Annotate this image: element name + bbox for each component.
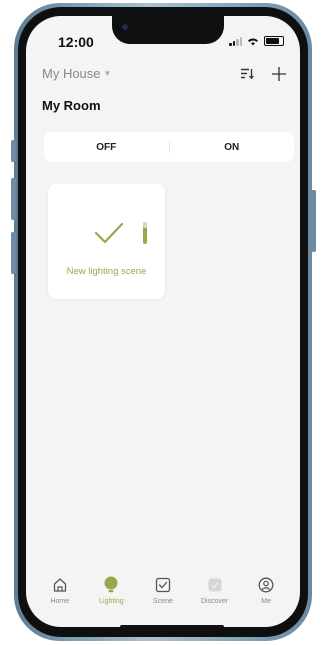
notch [112, 16, 224, 44]
tab-label: Home [50, 598, 70, 605]
tab-discover[interactable]: Discover [190, 576, 240, 605]
tab-label: Scene [153, 598, 173, 605]
off-button[interactable]: OFF [44, 142, 169, 153]
top-bar: My House ▼ [42, 66, 286, 81]
bottom-tab-bar: Home Lighting Scene Discover Me [26, 576, 300, 605]
tab-home[interactable]: Home [35, 576, 85, 605]
plus-icon[interactable] [272, 66, 286, 81]
bulb-icon [102, 576, 120, 594]
wifi-icon [248, 38, 258, 46]
profile-icon [257, 576, 275, 594]
tab-label: Lighting [99, 598, 124, 605]
scene-label: New lighting scene [66, 266, 147, 277]
tab-lighting[interactable]: Lighting [86, 576, 136, 605]
tab-label: Me [261, 598, 272, 605]
battery-icon [264, 36, 284, 46]
brightness-indicator [143, 222, 147, 244]
volume-up-button [11, 178, 16, 220]
house-selector[interactable]: My House [42, 66, 101, 81]
volume-down-button [11, 232, 16, 274]
status-icons [229, 36, 284, 46]
camera-dot [122, 24, 128, 30]
scene-check-icon [154, 576, 172, 594]
power-button [311, 190, 316, 252]
power-toggle: OFF ON [44, 132, 294, 162]
scene-card[interactable]: New lighting scene [48, 184, 165, 299]
sort-icon[interactable] [241, 68, 254, 79]
cellular-signal-icon [229, 37, 242, 46]
tab-scene[interactable]: Scene [138, 576, 188, 605]
app-screen: 12:00 My House ▼ My Room OFF ON New ligh… [26, 16, 300, 627]
room-title: My Room [42, 98, 101, 113]
home-icon [51, 576, 69, 594]
silent-switch [11, 140, 16, 162]
caret-down-icon[interactable]: ▼ [104, 69, 112, 78]
tab-me[interactable]: Me [241, 576, 291, 605]
status-time: 12:00 [58, 34, 94, 50]
home-indicator[interactable] [120, 625, 224, 627]
tab-label: Discover [200, 598, 229, 605]
discover-icon [206, 576, 224, 594]
on-button[interactable]: ON [170, 142, 295, 153]
check-icon [94, 222, 124, 244]
